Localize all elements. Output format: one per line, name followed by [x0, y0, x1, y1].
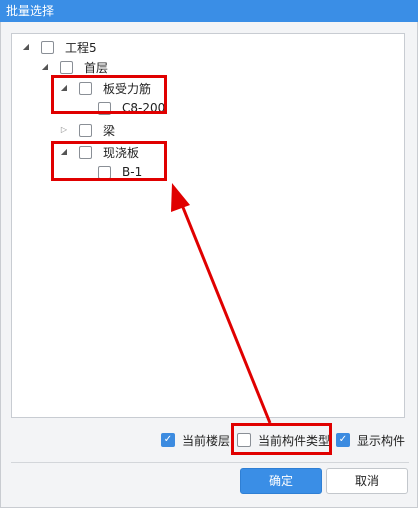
tree-checkbox-cast-slab[interactable]: [79, 145, 92, 159]
ok-button[interactable]: 确定: [240, 468, 322, 494]
window-title: 批量选择: [6, 4, 55, 18]
tree-label-floor: 首层: [84, 60, 109, 75]
tree-checkbox-floor[interactable]: [60, 60, 73, 74]
tree-node-slab-rebar[interactable]: ◢ 板受力筋: [60, 78, 151, 98]
window-title-bar: 批量选择: [0, 0, 418, 22]
tree-checkbox-c8-200[interactable]: [98, 101, 111, 115]
option-current-component-type-label: 当前构件类型: [258, 433, 331, 448]
option-current-floor-label: 当前楼层: [182, 433, 231, 448]
expand-arrow-icon[interactable]: ◢: [22, 43, 30, 51]
tree-label-c8-200: C8-200: [122, 101, 166, 115]
tree-label-beam: 梁: [103, 123, 116, 138]
tree-node-cast-slab[interactable]: ◢ 现浇板: [60, 142, 139, 162]
option-current-component-type[interactable]: 当前构件类型: [237, 431, 330, 449]
tree-node-c8-200[interactable]: C8-200: [98, 98, 165, 118]
tree-node-beam[interactable]: ▷ 梁: [60, 120, 115, 140]
collapse-arrow-icon[interactable]: ▷: [60, 126, 68, 134]
tree-node-b-1[interactable]: B-1: [98, 162, 142, 182]
checkbox-checked-icon[interactable]: ✓: [161, 433, 175, 447]
checkbox-checked-icon[interactable]: ✓: [336, 433, 350, 447]
tree-label-cast-slab: 现浇板: [103, 145, 140, 160]
tree-checkbox-slab-rebar[interactable]: [79, 81, 92, 95]
tree-label-slab-rebar: 板受力筋: [103, 81, 152, 96]
expand-arrow-icon[interactable]: ◢: [41, 63, 49, 71]
option-current-floor[interactable]: ✓ 当前楼层: [161, 431, 230, 449]
tree-label-project: 工程5: [65, 40, 97, 55]
option-show-components-label: 显示构件: [357, 433, 406, 448]
tree-label-b-1: B-1: [122, 165, 143, 179]
component-tree: ◢ 工程5 ◢ 首层 ◢ 板受力筋 C8-200 ▷ 梁 ◢ 现浇板 B-1: [11, 33, 405, 418]
divider: [11, 462, 409, 463]
tree-checkbox-project[interactable]: [41, 40, 54, 54]
cancel-button[interactable]: 取消: [326, 468, 408, 494]
expand-arrow-icon[interactable]: ◢: [60, 148, 68, 156]
batch-select-dialog: ◢ 工程5 ◢ 首层 ◢ 板受力筋 C8-200 ▷ 梁 ◢ 现浇板 B-1 ✓…: [0, 22, 418, 508]
expand-arrow-icon[interactable]: ◢: [60, 84, 68, 92]
checkbox-unchecked-icon[interactable]: [237, 433, 251, 447]
option-show-components[interactable]: ✓ 显示构件: [336, 431, 405, 449]
tree-node-floor[interactable]: ◢ 首层: [41, 57, 108, 77]
tree-checkbox-beam[interactable]: [79, 123, 92, 137]
tree-node-project[interactable]: ◢ 工程5: [22, 37, 97, 57]
tree-checkbox-b-1[interactable]: [98, 165, 111, 179]
